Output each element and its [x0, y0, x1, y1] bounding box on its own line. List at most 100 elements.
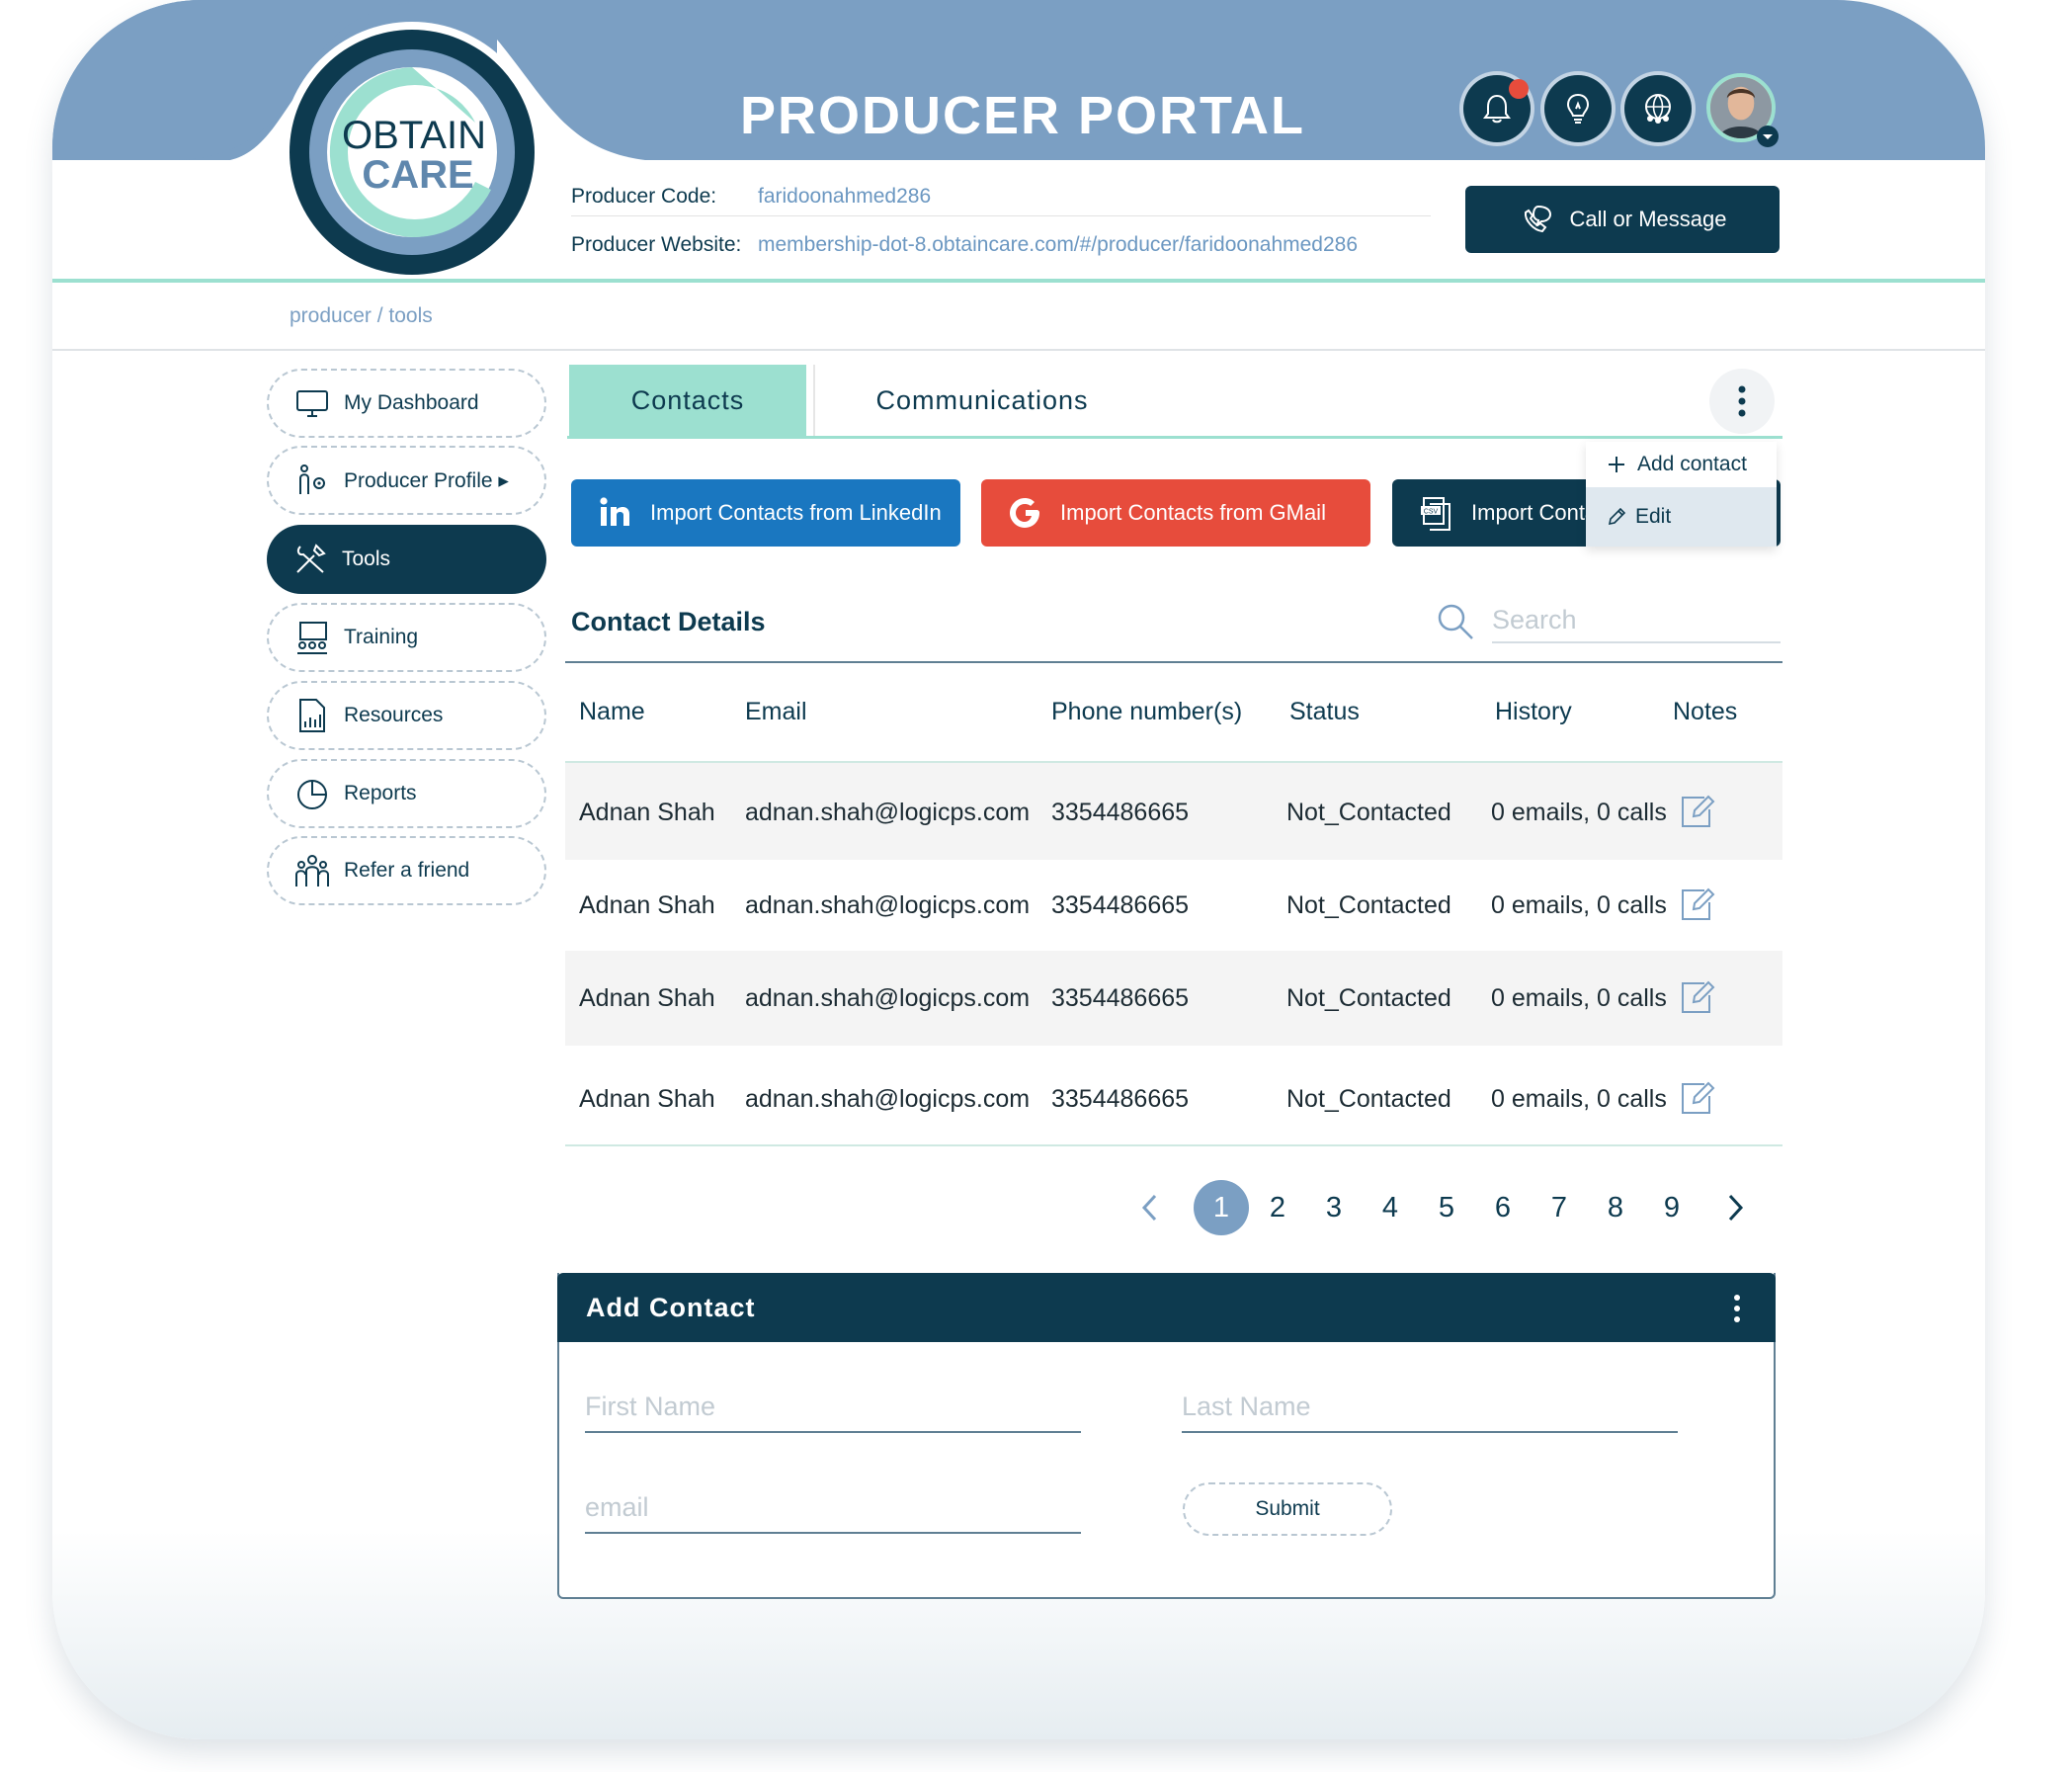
- cell-email: adnan.shah@logicps.com: [745, 891, 1031, 919]
- column-header-name[interactable]: Name: [579, 698, 645, 726]
- menu-item-label: Edit: [1635, 505, 1672, 528]
- cell-phone: 3354486665: [1051, 799, 1190, 826]
- pagination-next[interactable]: [1707, 1180, 1763, 1235]
- pagination-page[interactable]: 3: [1306, 1180, 1362, 1235]
- pagination-page[interactable]: 7: [1532, 1180, 1587, 1235]
- contact-details-title: Contact Details: [571, 607, 766, 636]
- logo-text-care: CARE: [362, 153, 473, 197]
- table-row[interactable]: Adnan Shah adnan.shah@logicps.com 335448…: [565, 951, 1782, 1046]
- sidebar-item-resources[interactable]: Resources: [267, 681, 546, 750]
- producer-code-value: faridoonahmed286: [758, 185, 932, 208]
- sidebar-item-label: Reports: [344, 782, 417, 804]
- pagination-page[interactable]: 6: [1475, 1180, 1531, 1235]
- menu-item-edit[interactable]: Edit: [1586, 487, 1777, 547]
- producer-code-label: Producer Code:: [571, 185, 717, 208]
- sidebar-item-producer-profile[interactable]: Producer Profile ▸: [267, 446, 546, 515]
- kebab-icon[interactable]: [1727, 1293, 1747, 1324]
- search-icon[interactable]: [1435, 601, 1476, 642]
- csv-file-icon: CSV: [1421, 497, 1450, 531]
- sidebar-item-label: My Dashboard: [344, 391, 479, 414]
- sidebar-item-refer-a-friend[interactable]: Refer a friend: [267, 836, 546, 905]
- call-or-message-button[interactable]: Call or Message: [1465, 186, 1780, 253]
- column-header-status[interactable]: Status: [1289, 698, 1360, 726]
- tab-underline: [567, 436, 1782, 439]
- cell-phone: 3354486665: [1051, 1085, 1190, 1113]
- details-divider: [565, 661, 1782, 663]
- sidebar-item-my-dashboard[interactable]: My Dashboard: [267, 369, 546, 438]
- cell-history: 0 emails, 0 calls: [1491, 1085, 1667, 1113]
- edit-note-icon[interactable]: [1679, 1079, 1716, 1117]
- submit-button[interactable]: Submit: [1183, 1482, 1392, 1536]
- table-bottom-divider: [565, 1144, 1782, 1146]
- cell-history: 0 emails, 0 calls: [1491, 891, 1667, 919]
- cell-status: Not_Contacted: [1286, 799, 1451, 826]
- logo-text-obtain: OBTAIN: [342, 114, 486, 157]
- plus-icon: [1609, 457, 1624, 472]
- caret-down-icon: [1763, 134, 1773, 139]
- email-field[interactable]: [585, 1482, 1081, 1534]
- google-icon: [1010, 498, 1039, 528]
- profile-gear-icon: [299, 464, 325, 494]
- pagination-page[interactable]: 2: [1250, 1180, 1305, 1235]
- header-divider: [52, 279, 1985, 283]
- last-name-field[interactable]: [1182, 1382, 1678, 1433]
- contact-actions-menu: Add contact Edit: [1586, 442, 1777, 547]
- pagination-page[interactable]: 1: [1194, 1180, 1249, 1235]
- pagination-page[interactable]: 8: [1588, 1180, 1643, 1235]
- tab-contacts[interactable]: Contacts: [569, 365, 806, 436]
- column-header-notes[interactable]: Notes: [1673, 698, 1737, 726]
- column-header-email[interactable]: Email: [745, 698, 807, 726]
- cell-name: Adnan Shah: [579, 799, 715, 826]
- import-linkedin-button[interactable]: Import Contacts from LinkedIn: [571, 479, 960, 547]
- breadcrumb-divider: [52, 349, 1985, 351]
- pagination-prev[interactable]: [1122, 1180, 1178, 1235]
- menu-item-label: Add contact: [1637, 453, 1747, 475]
- sidebar-item-training[interactable]: Training: [267, 603, 546, 672]
- chevron-right-icon: [1728, 1194, 1744, 1222]
- cell-phone: 3354486665: [1051, 984, 1190, 1012]
- info-divider: [571, 215, 1431, 216]
- training-icon: [297, 622, 327, 654]
- first-name-field[interactable]: [585, 1382, 1081, 1433]
- breadcrumb[interactable]: producer / tools: [290, 304, 433, 328]
- pagination-page[interactable]: 4: [1363, 1180, 1418, 1235]
- producer-website-label: Producer Website:: [571, 233, 742, 256]
- chevron-left-icon: [1141, 1194, 1157, 1222]
- import-gmail-button[interactable]: Import Contacts from GMail: [981, 479, 1370, 547]
- search-input[interactable]: [1492, 598, 1781, 643]
- column-header-phone[interactable]: Phone number(s): [1051, 698, 1242, 726]
- pagination-page[interactable]: 5: [1419, 1180, 1474, 1235]
- account-menu-toggle[interactable]: [1757, 126, 1779, 147]
- sidebar-item-tools[interactable]: Tools: [267, 525, 546, 594]
- producer-website-link[interactable]: membership-dot-8.obtaincare.com/#/produc…: [758, 233, 1358, 257]
- obtaincare-logo[interactable]: OBTAIN CARE: [282, 22, 542, 283]
- pagination-page[interactable]: 9: [1644, 1180, 1699, 1235]
- column-header-history[interactable]: History: [1495, 698, 1572, 726]
- group-icon: [295, 855, 329, 886]
- table-row[interactable]: Adnan Shah adnan.shah@logicps.com 335448…: [565, 763, 1782, 860]
- svg-text:CSV: CSV: [1424, 509, 1439, 516]
- linkedin-icon: [600, 497, 629, 526]
- cell-name: Adnan Shah: [579, 1085, 715, 1113]
- network-button[interactable]: [1624, 75, 1692, 142]
- tools-icon: [296, 544, 326, 573]
- table-row[interactable]: Adnan Shah adnan.shah@logicps.com 335448…: [565, 860, 1782, 951]
- table-row[interactable]: Adnan Shah adnan.shah@logicps.com 335448…: [565, 1046, 1782, 1144]
- cell-status: Not_Contacted: [1286, 891, 1451, 919]
- menu-item-add-contact[interactable]: Add contact: [1586, 442, 1777, 487]
- sidebar-item-label: Training: [344, 626, 419, 648]
- monitor-icon: [296, 390, 328, 417]
- tips-button[interactable]: [1544, 75, 1612, 142]
- edit-note-icon[interactable]: [1679, 793, 1716, 830]
- sidebar-item-reports[interactable]: Reports: [267, 759, 546, 828]
- bell-icon: [1483, 94, 1511, 124]
- edit-note-icon[interactable]: [1679, 978, 1716, 1016]
- page-title: PRODUCER PORTAL: [739, 86, 1305, 145]
- pie-chart-icon: [297, 780, 327, 809]
- tabs-more-button[interactable]: [1709, 369, 1775, 434]
- edit-note-icon[interactable]: [1679, 886, 1716, 923]
- cell-name: Adnan Shah: [579, 984, 715, 1012]
- cell-email: adnan.shah@logicps.com: [745, 1085, 1031, 1113]
- document-chart-icon: [299, 699, 325, 732]
- tab-communications[interactable]: Communications: [813, 365, 1149, 436]
